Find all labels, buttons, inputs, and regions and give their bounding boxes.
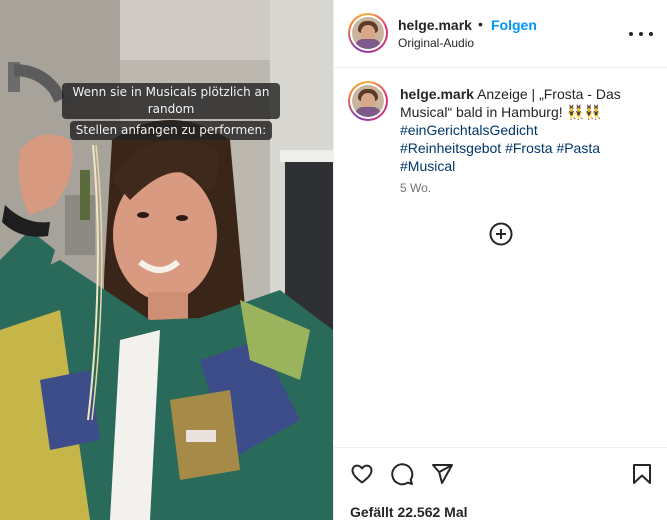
hashtag-link[interactable]: #Reinheitsgebot <box>400 140 501 156</box>
heart-icon[interactable] <box>350 462 374 486</box>
hashtag-link[interactable]: #Pasta <box>556 140 600 156</box>
hashtag-link[interactable]: #Musical <box>400 158 455 174</box>
caption-author-avatar[interactable] <box>348 81 388 121</box>
video-text-overlay: Wenn sie in Musicals plötzlich an random… <box>62 83 280 140</box>
comment-icon[interactable] <box>390 462 414 486</box>
follow-button[interactable]: Folgen <box>491 17 537 33</box>
likes-count[interactable]: Gefällt 22.562 Mal <box>350 504 468 520</box>
hashtag-link[interactable]: #einGerichtalsGedicht <box>400 122 538 138</box>
post-video-frame <box>0 0 333 520</box>
instagram-post-view: Wenn sie in Musicals plötzlich an random… <box>0 0 667 520</box>
caption-body: helge.mark Anzeige | „Frosta - Das Music… <box>400 85 650 175</box>
hashtag-link[interactable]: #Frosta <box>505 140 552 156</box>
audio-link[interactable]: Original-Audio <box>398 36 474 50</box>
post-timestamp[interactable]: 5 Wo. <box>400 181 431 195</box>
post-media[interactable]: Wenn sie in Musicals plötzlich an random… <box>0 0 333 520</box>
header-separator-dot: • <box>478 16 483 32</box>
overlay-text-line-2: Stellen anfangen zu performen: <box>69 121 273 140</box>
overlay-text-line-1: Wenn sie in Musicals plötzlich an random <box>62 83 280 119</box>
share-icon[interactable] <box>430 462 454 486</box>
post-actions-bar: Gefällt 22.562 Mal <box>334 447 667 520</box>
bookmark-icon[interactable] <box>630 462 654 486</box>
more-options-icon[interactable] <box>629 22 653 46</box>
author-username[interactable]: helge.mark <box>398 17 472 33</box>
post-header: helge.mark • Folgen Original-Audio <box>334 0 667 68</box>
load-more-comments-icon[interactable] <box>489 222 513 246</box>
post-details-panel: helge.mark • Folgen Original-Audio helge… <box>333 0 667 520</box>
caption-username[interactable]: helge.mark <box>400 86 474 102</box>
author-avatar[interactable] <box>348 13 388 53</box>
